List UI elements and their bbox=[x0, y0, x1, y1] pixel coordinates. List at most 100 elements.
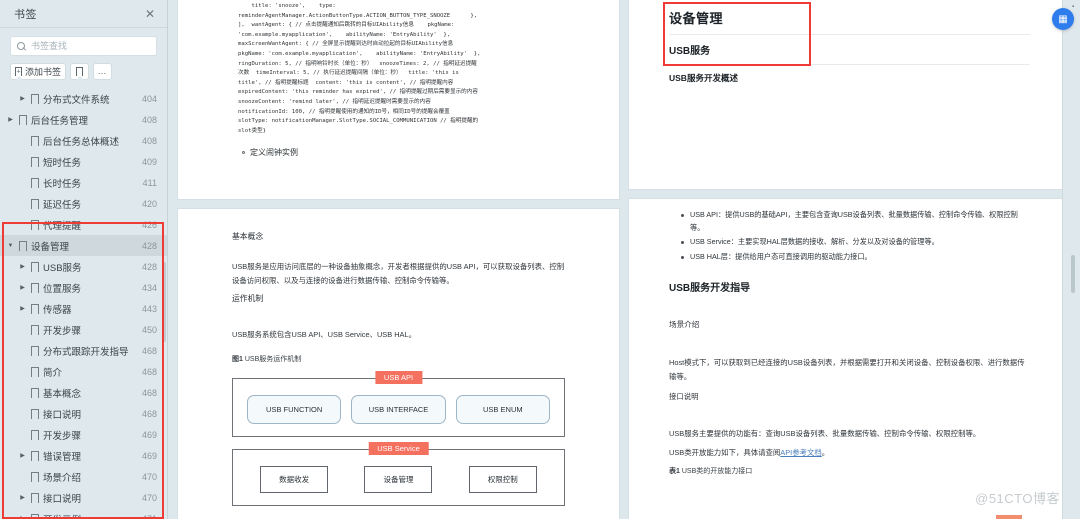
bookmark-page-number: 450 bbox=[141, 324, 157, 335]
bookmark-icon bbox=[31, 261, 41, 276]
bookmark-item[interactable]: ▶ 后台任务管理 408 bbox=[0, 109, 167, 130]
bookmark-item[interactable]: ▶ 分布式文件系统 404 bbox=[0, 88, 167, 109]
bookmark-item[interactable]: ▶长时任务411 bbox=[0, 172, 167, 193]
bookmark-item-label: 分布式文件系统 bbox=[43, 94, 110, 106]
search-box[interactable] bbox=[10, 36, 157, 56]
bookmark-item-label: 开发步骤 bbox=[43, 430, 82, 442]
figure-caption: 图1 USB服务运作机制 bbox=[232, 354, 565, 364]
diagram-node: USB INTERFACE bbox=[351, 395, 446, 425]
chevron-right-icon[interactable]: ▶ bbox=[6, 116, 15, 123]
headings-content: 设备管理 USB服务 USB服务开发概述 bbox=[629, 0, 1070, 84]
bookmark-item[interactable]: ▶开发步骤450 bbox=[0, 319, 167, 340]
bookmark-item[interactable]: ▶ 错误管理 469 bbox=[0, 445, 167, 466]
heading-scene-intro: 场景介绍 bbox=[669, 320, 700, 330]
bookmark-page-number: 428 bbox=[141, 261, 157, 272]
guide-content: USB服务开发指导 场景介绍 Host模式下，可以获取到已经连接的USB设备列表… bbox=[629, 265, 1070, 475]
bookmark-item-label: 位置服务 bbox=[43, 283, 82, 295]
document-reader-window: 书签 ✕ 添加书签 … ▶ 分布式文件系统 404 ▶ 后台任务管理 408 ▶ 后台任务总体… bbox=[0, 0, 1080, 519]
figure-caption-text: USB服务运作机制 bbox=[244, 356, 302, 364]
diagram-node: USB ENUM bbox=[455, 395, 550, 425]
bookmark-item[interactable]: ▶开发步骤469 bbox=[0, 424, 167, 445]
document-scrollbar[interactable] bbox=[1071, 255, 1075, 293]
bookmark-item[interactable]: ▶延迟任务420 bbox=[0, 193, 167, 214]
bookmark-page-number: 404 bbox=[141, 93, 157, 104]
bookmark-icon bbox=[31, 324, 41, 339]
close-icon[interactable]: ✕ bbox=[145, 8, 155, 20]
bookmark-page-number: 434 bbox=[141, 282, 157, 293]
chevron-right-icon[interactable]: ▶ bbox=[18, 263, 27, 270]
bookmark-item-label: 接口说明 bbox=[43, 493, 82, 505]
more-icon: … bbox=[97, 66, 108, 76]
bookmark-item[interactable]: ▶ 传感器 443 bbox=[0, 298, 167, 319]
bookmark-item[interactable]: ▶场景介绍470 bbox=[0, 466, 167, 487]
diagram-node: 权限控制 bbox=[468, 466, 537, 494]
add-bookmark-button[interactable]: 添加书签 bbox=[10, 63, 67, 80]
search-input[interactable] bbox=[31, 41, 150, 51]
document-page-usb-concept: 基本概念 USB服务是应用访问底层的一种设备抽象概念，开发者根据提供的USB A… bbox=[178, 209, 619, 519]
chevron-right-icon[interactable]: ▶ bbox=[18, 452, 27, 459]
bookmark-list[interactable]: ▶ 分布式文件系统 404 ▶ 后台任务管理 408 ▶ 后台任务总体概述 408 ▶ 短时任务 40… bbox=[0, 86, 167, 519]
bookmark-item-label: 短时任务 bbox=[43, 157, 82, 169]
bookmark-page-number: 468 bbox=[141, 345, 157, 356]
bookmark-item[interactable]: ▶简介468 bbox=[0, 361, 167, 382]
bookmarks-sidebar: 书签 ✕ 添加书签 … ▶ 分布式文件系统 404 ▶ 后台任务管理 408 ▶ 后台任务总体… bbox=[0, 0, 168, 519]
bookmark-item[interactable]: ▶ 接口说明 470 bbox=[0, 487, 167, 508]
bookmark-page-number: 468 bbox=[141, 408, 157, 419]
chevron-right-icon[interactable]: ▶ bbox=[18, 515, 27, 519]
chart-widget-icon[interactable]: ▦ bbox=[1052, 8, 1074, 30]
sidebar-scrollbar[interactable] bbox=[163, 262, 166, 342]
chevron-down-icon[interactable]: ▼ bbox=[6, 243, 15, 249]
bookmark-item[interactable]: ▶ USB服务 428 bbox=[0, 256, 167, 277]
bookmark-page-number: 468 bbox=[141, 366, 157, 377]
table-caption-text: USB类的开放能力接口 bbox=[681, 467, 753, 475]
bookmark-item-label: 开发示例 bbox=[43, 512, 138, 519]
bookmark-item-label: 延迟任务 bbox=[43, 199, 82, 211]
document-page-headings: 设备管理 USB服务 USB服务开发概述 bbox=[629, 0, 1070, 189]
bookmark-item-label: 错误管理 bbox=[43, 451, 82, 463]
bookmark-item-label: 长时任务 bbox=[43, 178, 82, 190]
api-ref-prefix: USB类开放能力如下，具体请查阅 bbox=[669, 448, 781, 458]
bookmark-icon bbox=[31, 471, 41, 486]
bookmark-page-number: 409 bbox=[141, 156, 157, 167]
diagram-layer: USB Service 数据收发 设备管理 权限控制 bbox=[232, 442, 565, 507]
bookmark-item[interactable]: ▶分布式跟踪开发指导468 bbox=[0, 340, 167, 361]
page-grid: title: 'snooze', type: reminderAgentMana… bbox=[168, 0, 1080, 519]
chevron-right-icon[interactable]: ▶ bbox=[18, 305, 27, 312]
bookmark-item[interactable]: ▶代理提醒426 bbox=[0, 214, 167, 235]
bookmark-plus-icon bbox=[15, 67, 23, 80]
bookmark-item[interactable]: ▶接口说明468 bbox=[0, 403, 167, 424]
bookmark-icon bbox=[31, 198, 41, 213]
bookmark-page-number: 408 bbox=[141, 114, 157, 125]
bookmark-icon bbox=[31, 219, 41, 234]
bookmark-button[interactable] bbox=[70, 63, 90, 80]
api-reference-link[interactable]: API参考文档 bbox=[780, 448, 821, 457]
page-title: 设备管理 bbox=[669, 11, 724, 26]
bookmark-item[interactable]: ▶短时任务409 bbox=[0, 151, 167, 172]
bookmark-icon bbox=[31, 429, 41, 444]
bookmark-item[interactable]: ▶后台任务总体概述408 bbox=[0, 130, 167, 151]
bookmark-item[interactable]: ▶ 开发示例471 bbox=[0, 508, 167, 519]
search-icon bbox=[17, 41, 26, 51]
figure-caption-number: 图1 bbox=[232, 356, 243, 364]
pin-icon[interactable]: ▪ bbox=[1072, 4, 1077, 10]
paragraph-api-reference: USB类开放能力如下，具体请查阅API参考文档。 bbox=[669, 446, 1030, 460]
heading-mechanism: 运作机制 bbox=[232, 294, 264, 304]
page-column-right: 设备管理 USB服务 USB服务开发概述 USB API：提供USB的基础API… bbox=[629, 0, 1070, 519]
paragraph-basic-concept: USB服务是应用访问底层的一种设备抽象概念，开发者根据提供的USB API，可以… bbox=[232, 262, 565, 285]
bookmark-item[interactable]: ▼ 设备管理 428 bbox=[0, 235, 167, 256]
heading-api-desc: 接口说明 bbox=[669, 391, 699, 401]
bookmark-item[interactable]: ▶ 位置服务 434 bbox=[0, 277, 167, 298]
bookmark-item-label: 场景介绍 bbox=[43, 472, 82, 484]
bookmark-icon bbox=[31, 345, 41, 360]
bookmark-item-label: 分布式跟踪开发指导 bbox=[43, 346, 129, 358]
chevron-right-icon[interactable]: ▶ bbox=[18, 284, 27, 291]
more-options-button[interactable]: … bbox=[93, 63, 113, 80]
usb-concept-content: 基本概念 USB服务是应用访问底层的一种设备抽象概念，开发者根据提供的USB A… bbox=[178, 209, 619, 507]
chevron-right-icon[interactable]: ▶ bbox=[18, 95, 27, 102]
bookmark-item-label: 设备管理 bbox=[31, 241, 70, 253]
page-column-left: title: 'snooze', type: reminderAgentMana… bbox=[178, 0, 619, 519]
bookmark-icon bbox=[31, 135, 41, 150]
bookmark-item[interactable]: ▶基本概念468 bbox=[0, 382, 167, 403]
bookmark-page-number: 420 bbox=[141, 198, 157, 209]
chevron-right-icon[interactable]: ▶ bbox=[18, 494, 27, 501]
